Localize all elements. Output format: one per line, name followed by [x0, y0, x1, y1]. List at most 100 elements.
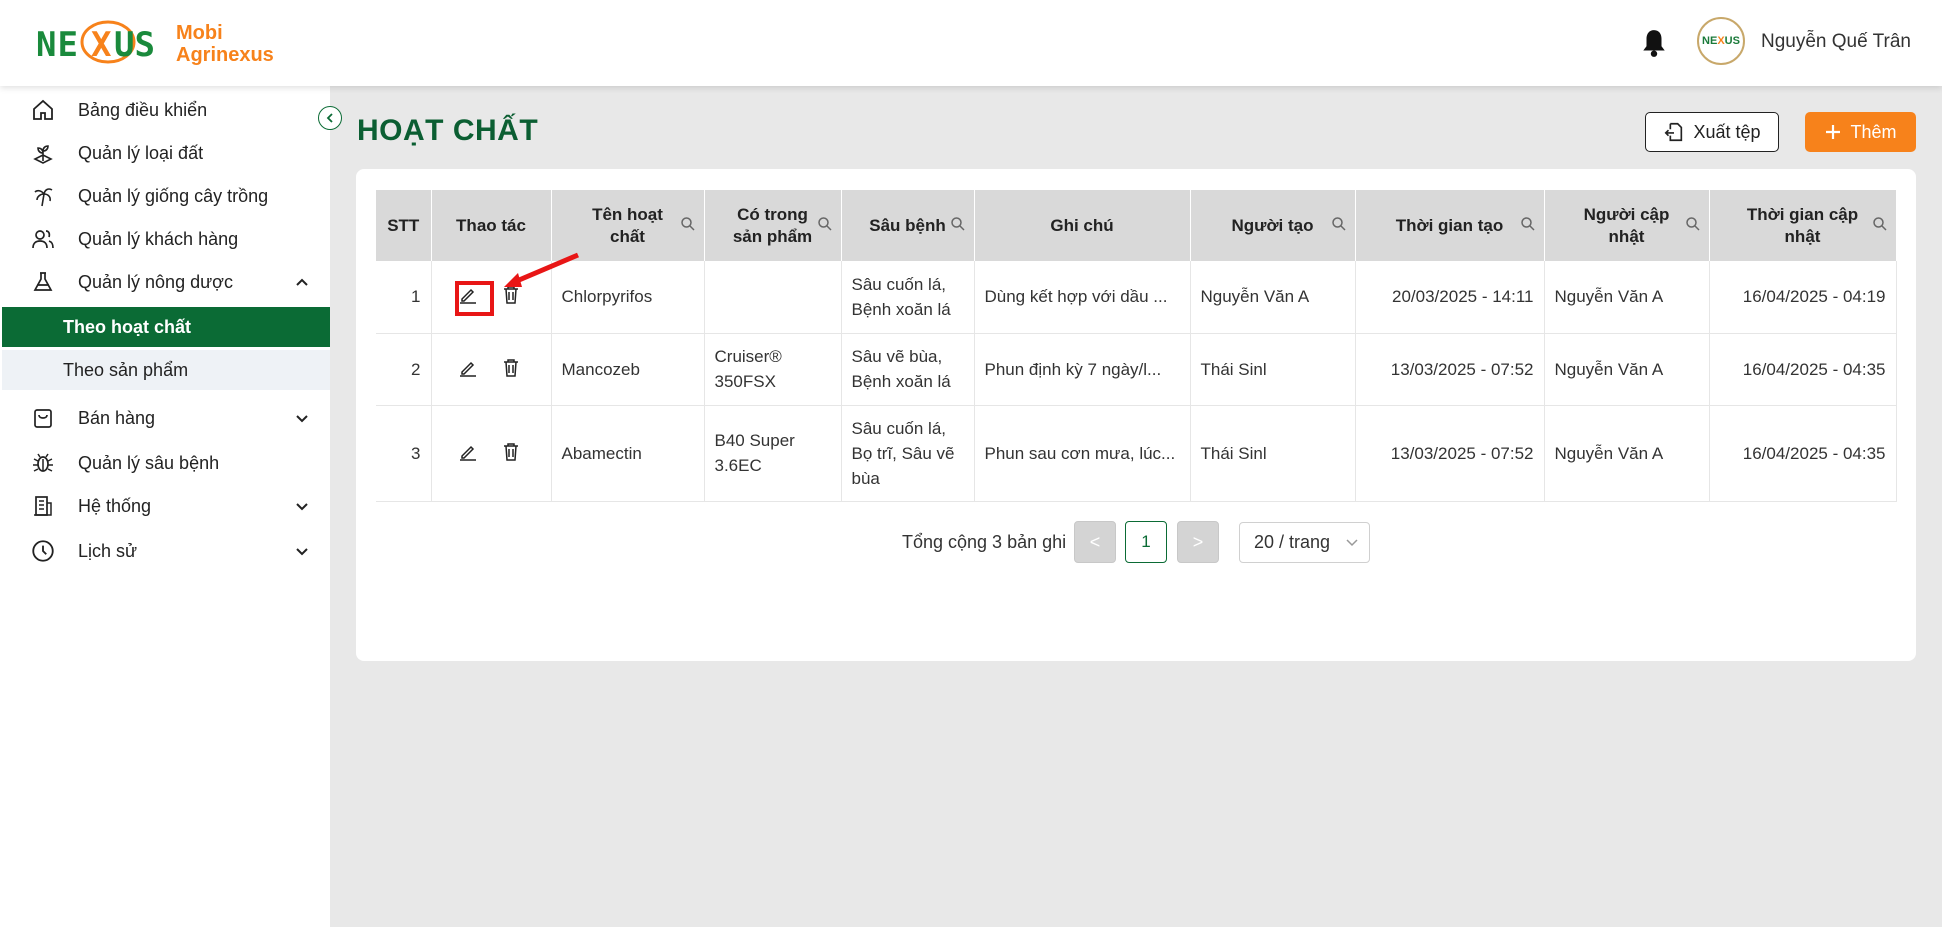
cell-updated-time: 16/04/2025 - 04:35 — [1709, 405, 1897, 502]
nexus-logo[interactable]: NE X US — [36, 12, 166, 76]
svg-text:US: US — [114, 25, 155, 65]
cell-actions — [431, 405, 552, 502]
sidebar-item-label: Quản lý khách hàng — [78, 228, 239, 249]
cell-updater: Nguyễn Văn A — [1544, 333, 1710, 406]
cell-note: Dùng kết hợp với dầu ... — [974, 261, 1191, 334]
header-label-2: chất — [610, 226, 645, 246]
cell-created-time: 20/03/2025 - 14:11 — [1355, 261, 1545, 334]
notification-bell-icon[interactable] — [1641, 28, 1667, 58]
cell-name: Mancozeb — [551, 333, 705, 406]
column-header-updater: Người cập nhật — [1544, 190, 1710, 261]
cell-actions — [431, 333, 552, 406]
sidebar-item-label: Quản lý nông dược — [78, 271, 233, 292]
cell-pest-line2: Bệnh xoăn lá — [851, 299, 951, 319]
avatar-text-b: X — [1717, 35, 1725, 47]
table-header-row: STT Thao tác Tên hoạt chất Có trong sản ph… — [376, 190, 1897, 261]
sidebar-item-system[interactable]: Hệ thống — [0, 486, 330, 526]
column-header-stt: STT — [376, 190, 432, 261]
cell-product: Cruiser® 350FSX — [704, 333, 842, 406]
sidebar-item-pesticides[interactable]: Quản lý nông dược — [0, 262, 330, 302]
avatar[interactable]: NE X US — [1697, 17, 1745, 65]
brand-name: Mobi Agrinexus — [176, 22, 274, 66]
column-header-created-time: Thời gian tạo — [1355, 190, 1545, 261]
header-label: STT — [387, 215, 420, 235]
cell-pest-line2: Bệnh xoăn lá — [851, 372, 951, 391]
search-icon[interactable] — [1685, 216, 1701, 232]
cell-product-line2: 3.6EC — [714, 456, 762, 475]
flask-icon — [30, 269, 56, 295]
sidebar-item-label: Quản lý giống cây trồng — [78, 185, 269, 206]
cell-creator: Nguyễn Văn A — [1190, 261, 1356, 334]
chevron-up-icon — [296, 278, 308, 286]
avatar-text-a: NE — [1702, 35, 1718, 47]
cell-pest: Sâu cuốn lá, Bệnh xoăn lá — [841, 261, 975, 334]
annotation-arrow — [504, 252, 579, 287]
table-row: 3 Abamectin B40 Super 3.6EC Sâu cuốn lá, B… — [376, 405, 1897, 502]
shopping-bag-icon — [30, 405, 56, 431]
add-button[interactable]: Thêm — [1805, 112, 1916, 152]
header-label-2: nhật — [1608, 226, 1645, 246]
pagination-prev-button[interactable]: < — [1074, 521, 1116, 563]
pagination-total: Tổng cộng 3 bản ghi — [902, 532, 1067, 552]
cell-stt: 2 — [376, 333, 432, 406]
sidebar-item-customers[interactable]: Quản lý khách hàng — [0, 219, 330, 259]
column-header-product: Có trong sản phẩm — [704, 190, 842, 261]
search-icon[interactable] — [1331, 216, 1347, 232]
chevron-right-icon: > — [1192, 531, 1204, 552]
cell-product — [704, 261, 842, 334]
cell-created-time: 13/03/2025 - 07:52 — [1355, 405, 1545, 502]
sidebar-item-soil[interactable]: Quản lý loại đất — [0, 133, 330, 173]
cell-product-line1: B40 Super — [714, 431, 795, 450]
sidebar-subitem-by-active-ingredient[interactable]: Theo hoạt chất — [2, 307, 330, 347]
trash-icon[interactable] — [502, 442, 520, 462]
header-label-2: nhật — [1784, 226, 1821, 246]
pagination-page-1[interactable]: 1 — [1125, 521, 1167, 563]
cell-pest: Sâu cuốn lá, Bọ trĩ, Sâu vẽ bùa — [841, 405, 975, 502]
edit-icon[interactable] — [458, 358, 478, 378]
search-icon[interactable] — [1520, 216, 1536, 232]
sidebar-item-sales[interactable]: Bán hàng — [0, 398, 330, 438]
header-label: Tên hoạt — [592, 204, 663, 224]
user-name[interactable]: Nguyễn Quế Trân — [1761, 31, 1911, 53]
cell-creator: Thái Sinl — [1190, 333, 1356, 406]
pagination-next-button[interactable]: > — [1177, 521, 1219, 563]
cell-updater: Nguyễn Văn A — [1544, 405, 1710, 502]
chevron-left-icon: < — [1089, 531, 1101, 552]
sidebar-subitem-by-product[interactable]: Theo sản phẩm — [2, 350, 330, 390]
search-icon[interactable] — [817, 216, 833, 232]
page-size-select[interactable]: 20 / trang — [1239, 522, 1370, 563]
column-header-creator: Người tạo — [1190, 190, 1356, 261]
cell-product: B40 Super 3.6EC — [704, 405, 842, 502]
sidebar-subitem-label: Theo hoạt chất — [63, 316, 192, 337]
plus-icon — [1826, 125, 1841, 139]
sidebar-item-label: Bảng điều khiển — [78, 99, 208, 120]
sidebar-item-dashboard[interactable]: Bảng điều khiển — [0, 90, 330, 130]
trash-icon[interactable] — [502, 358, 520, 378]
add-label: Thêm — [1850, 121, 1897, 142]
cell-pest-line1: Sâu cuốn lá, — [851, 418, 947, 438]
users-icon — [30, 226, 56, 252]
sidebar-item-label: Quản lý loại đất — [78, 142, 204, 163]
chevron-down-icon — [296, 548, 308, 556]
sidebar-item-label: Bán hàng — [78, 407, 156, 428]
sidebar-collapse-button[interactable] — [318, 106, 342, 130]
search-icon[interactable] — [950, 216, 966, 232]
export-button[interactable]: Xuất tệp — [1645, 112, 1779, 152]
sidebar-item-history[interactable]: Lịch sử — [0, 531, 330, 571]
cell-creator: Thái Sinl — [1190, 405, 1356, 502]
cell-updated-time: 16/04/2025 - 04:35 — [1709, 333, 1897, 406]
svg-text:X: X — [91, 25, 112, 65]
sidebar-item-label: Lịch sử — [78, 540, 138, 561]
active-ingredient-table: STT Thao tác Tên hoạt chất Có trong sản ph… — [376, 190, 1897, 502]
header-label: Ghi chú — [1050, 215, 1114, 235]
page-size-value: 20 / trang — [1254, 532, 1331, 552]
sidebar-item-pests[interactable]: Quản lý sâu bệnh — [0, 443, 330, 483]
edit-icon[interactable] — [458, 442, 478, 462]
svg-text:NE: NE — [36, 25, 79, 65]
header-label: Người cập — [1583, 204, 1670, 224]
cell-note: Phun định kỳ 7 ngày/l... — [974, 333, 1191, 406]
search-icon[interactable] — [680, 216, 696, 232]
sidebar-item-plant-variety[interactable]: Quản lý giống cây trồng — [0, 176, 330, 216]
file-export-icon — [1665, 122, 1683, 142]
search-icon[interactable] — [1872, 216, 1888, 232]
